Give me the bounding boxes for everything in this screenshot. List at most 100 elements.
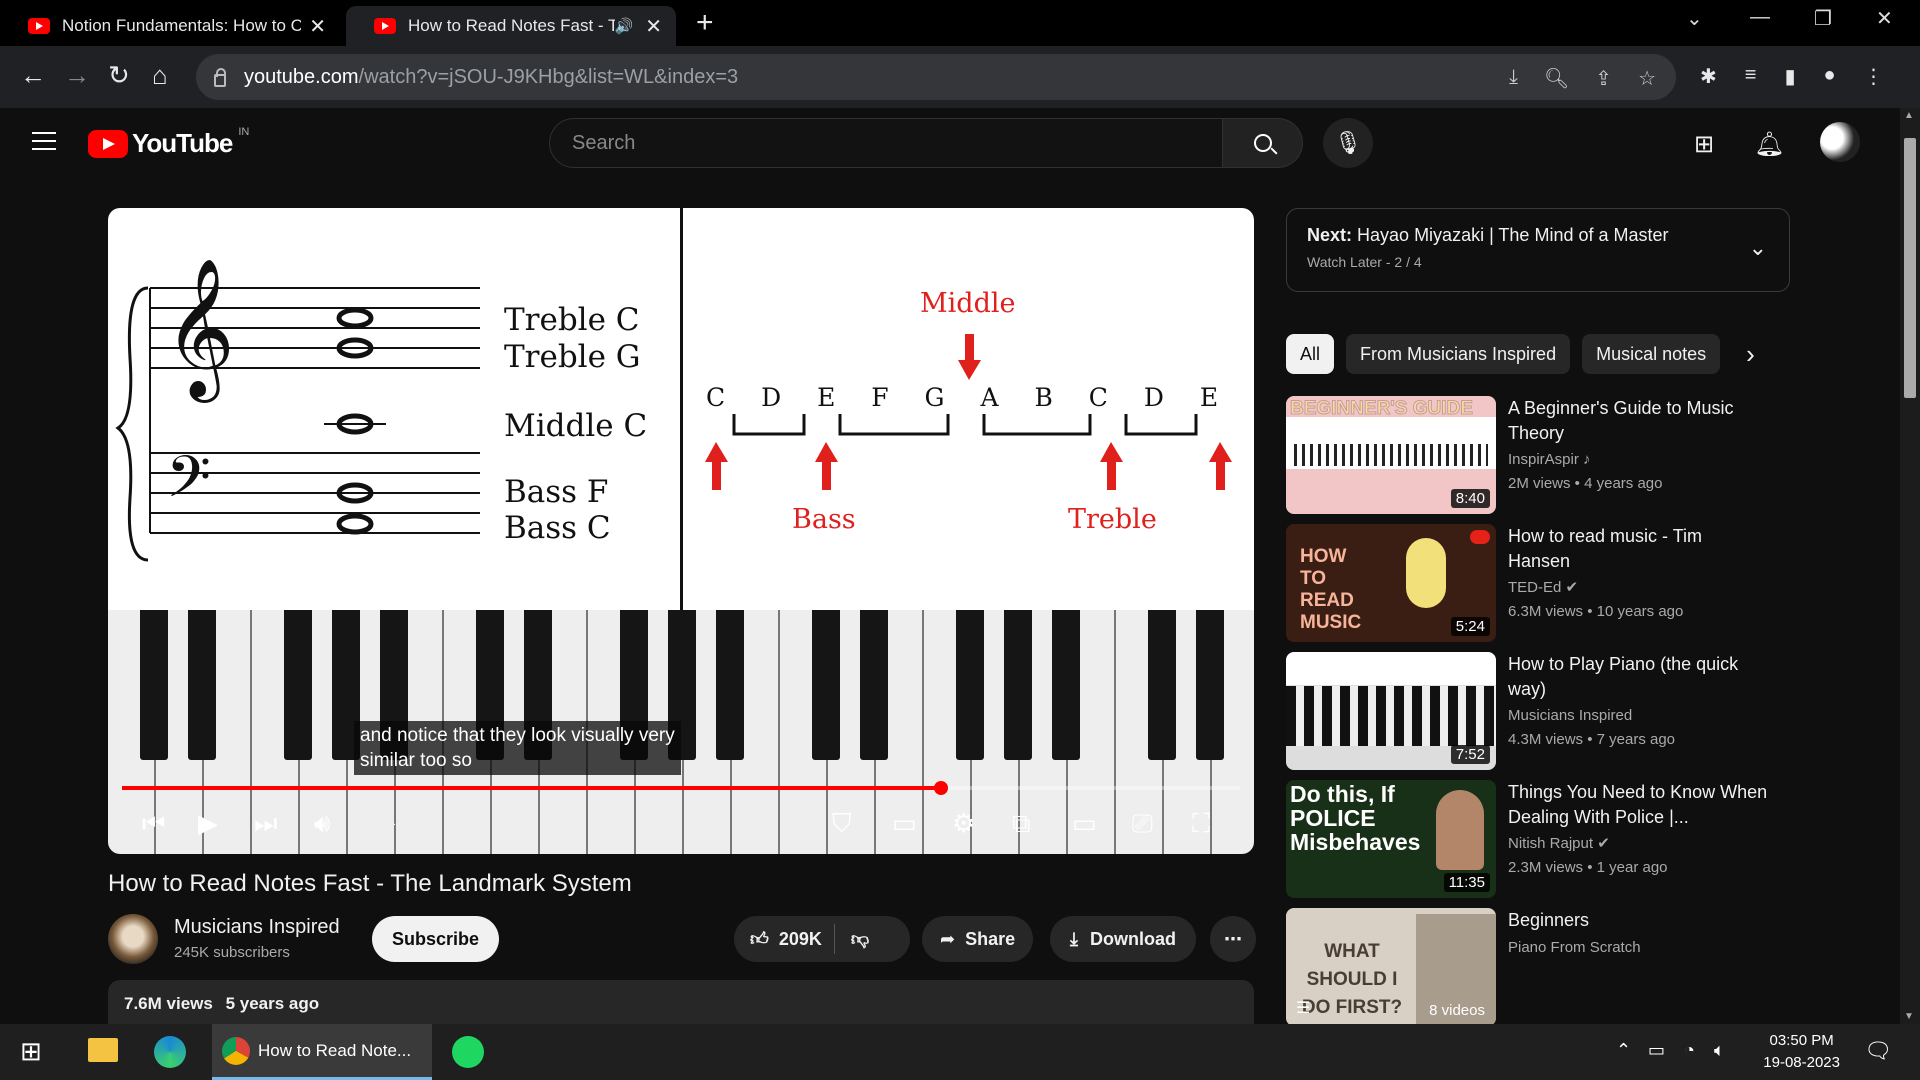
video-thumbnail[interactable]: BEGINNER'S GUIDE 8:40 bbox=[1286, 396, 1496, 514]
page-scrollbar[interactable]: ▲ ▼ bbox=[1900, 108, 1920, 1024]
browser-tab-current[interactable]: How to Read Notes Fast - Th 🔊 ✕ bbox=[346, 6, 676, 46]
next-icon[interactable]: ⏭ bbox=[254, 808, 277, 840]
playlist-next-panel[interactable]: Next: Hayao Miyazaki | The Mind of a Mas… bbox=[1286, 208, 1790, 292]
progress-bar[interactable] bbox=[122, 781, 1240, 795]
forward-icon[interactable]: → bbox=[64, 60, 90, 91]
video-thumbnail[interactable]: Do this, If POLICE Misbehaves 11:35 bbox=[1286, 780, 1496, 898]
theater-mode-icon[interactable]: ▭ bbox=[1072, 808, 1097, 839]
battery-icon[interactable]: ▭ bbox=[1648, 1040, 1665, 1061]
hamburger-menu-icon[interactable] bbox=[32, 132, 56, 156]
more-actions-button[interactable]: ⋯ bbox=[1210, 916, 1256, 962]
browser-tab-notion[interactable]: Notion Fundamentals: How to Cr ✕ bbox=[0, 6, 340, 46]
close-tab-icon[interactable]: ✕ bbox=[645, 14, 662, 39]
black-key bbox=[1148, 610, 1176, 760]
rec-title[interactable]: Things You Need to Know When Dealing Wit… bbox=[1508, 780, 1768, 830]
recommendations-list: BEGINNER'S GUIDE 8:40 A Beginner's Guide… bbox=[1286, 396, 1786, 1036]
fullscreen-icon[interactable]: ⛶ bbox=[1192, 808, 1210, 840]
miniplayer-icon[interactable]: ⧉ bbox=[1012, 808, 1031, 840]
scroll-down-icon[interactable]: ▼ bbox=[1904, 1011, 1914, 1022]
chip-musical-notes[interactable]: Musical notes bbox=[1582, 334, 1721, 374]
tab-title: Notion Fundamentals: How to Cr bbox=[62, 16, 302, 35]
home-icon[interactable]: ⌂ bbox=[152, 60, 168, 91]
restore-icon[interactable]: ❐ bbox=[1814, 6, 1832, 31]
lock-icon[interactable] bbox=[214, 67, 226, 87]
list-item[interactable]: 7:52 How to Play Piano (the quick way) M… bbox=[1286, 652, 1786, 780]
chip-all[interactable]: All bbox=[1286, 334, 1335, 374]
list-item[interactable]: Do this, If POLICE Misbehaves 11:35 Thin… bbox=[1286, 780, 1786, 908]
like-button[interactable]: 👍︎ 209K bbox=[734, 924, 835, 954]
notification-center-icon[interactable]: 🗨︎ bbox=[1864, 1038, 1892, 1064]
tab-search-icon[interactable]: ⌄ bbox=[1686, 6, 1703, 31]
minimize-icon[interactable]: — bbox=[1750, 6, 1770, 29]
search-button[interactable] bbox=[1223, 118, 1303, 168]
search-input[interactable]: Search bbox=[549, 118, 1223, 168]
url-host: youtube.com bbox=[244, 65, 359, 88]
youtube-logo[interactable]: YouTube IN bbox=[88, 126, 249, 159]
download-button[interactable]: ⤓ Download bbox=[1050, 916, 1196, 962]
subscribe-button[interactable]: Subscribe bbox=[372, 916, 500, 962]
file-explorer-icon[interactable] bbox=[88, 1038, 118, 1062]
side-panel-icon[interactable]: ▮ bbox=[1784, 64, 1795, 89]
settings-gear-icon[interactable]: ⚙ bbox=[952, 808, 975, 839]
video-thumbnail[interactable]: HOW TO READ MUSIC 5:24 bbox=[1286, 524, 1496, 642]
autoplay-shield-icon[interactable]: ⛉ bbox=[832, 808, 852, 840]
more-horizontal-icon: ⋯ bbox=[1224, 928, 1242, 949]
zoom-icon[interactable]: 🔍︎ bbox=[1544, 66, 1569, 91]
create-video-icon[interactable]: ⊞ bbox=[1694, 130, 1714, 159]
playlist-item[interactable]: WHAT SHOULD I DO FIRST? ☰ 8 videos Begin… bbox=[1286, 908, 1786, 1036]
rec-title[interactable]: How to Play Piano (the quick way) bbox=[1508, 652, 1768, 702]
rec-title[interactable]: Beginners bbox=[1508, 908, 1768, 933]
label-treble: Treble bbox=[1068, 504, 1157, 535]
voice-search-icon[interactable]: 🎙︎ bbox=[1323, 118, 1373, 168]
close-window-icon[interactable]: ✕ bbox=[1876, 6, 1893, 31]
bookmark-star-icon[interactable]: ☆ bbox=[1638, 66, 1656, 91]
tray-chevron-up-icon[interactable]: ⌃ bbox=[1616, 1040, 1631, 1061]
landmark-arrows bbox=[705, 334, 1232, 490]
wifi-icon[interactable]: ◔ bbox=[1684, 1040, 1695, 1061]
list-item[interactable]: BEGINNER'S GUIDE 8:40 A Beginner's Guide… bbox=[1286, 396, 1786, 524]
cast-icon[interactable]: ⎚ bbox=[1132, 808, 1153, 840]
volume-icon[interactable]: 🔊︎ bbox=[314, 808, 330, 840]
list-item[interactable]: HOW TO READ MUSIC 5:24 How to read music… bbox=[1286, 524, 1786, 652]
chevron-down-icon[interactable]: ⌄ bbox=[1749, 235, 1767, 261]
taskbar-chrome-task[interactable]: How to Read Note... bbox=[212, 1024, 432, 1080]
install-app-icon[interactable]: ⤓ bbox=[1509, 66, 1518, 91]
reload-icon[interactable]: ↻ bbox=[108, 60, 130, 91]
extensions-icon[interactable]: ✱ bbox=[1700, 64, 1717, 89]
play-icon[interactable]: ▶ bbox=[198, 808, 218, 839]
system-clock[interactable]: 03:50 PM 19-08-2023 bbox=[1763, 1030, 1840, 1074]
video-player[interactable]: 𝄞 𝄢 Treble C Treble G Middle C Bass F Ba… bbox=[108, 208, 1254, 854]
share-button[interactable]: ➦ Share bbox=[922, 916, 1034, 962]
browser-tab-strip: Notion Fundamentals: How to Cr ✕ How to … bbox=[0, 0, 1920, 46]
share-page-icon[interactable]: ⇪ bbox=[1595, 66, 1612, 91]
subtitles-icon[interactable]: ▭ bbox=[892, 808, 917, 839]
edge-browser-icon[interactable] bbox=[154, 1036, 186, 1068]
rec-title[interactable]: A Beginner's Guide to Music Theory bbox=[1508, 396, 1768, 446]
scrollbar-thumb[interactable] bbox=[1904, 138, 1916, 398]
rec-title[interactable]: How to read music - Tim Hansen bbox=[1508, 524, 1768, 574]
address-bar[interactable]: youtube.com /watch?v=jSOU-J9KHbg&list=WL… bbox=[196, 54, 1676, 100]
channel-avatar[interactable] bbox=[108, 914, 158, 964]
dislike-button[interactable]: 👎︎ bbox=[835, 928, 885, 950]
windows-start-icon[interactable]: ⊞ bbox=[20, 1036, 42, 1067]
new-tab-icon[interactable]: + bbox=[696, 6, 714, 40]
scroll-up-icon[interactable]: ▲ bbox=[1904, 110, 1914, 121]
spotify-icon[interactable] bbox=[452, 1036, 484, 1068]
notifications-bell-icon[interactable]: 🔔︎ bbox=[1754, 130, 1784, 159]
black-key bbox=[956, 610, 984, 760]
video-thumbnail[interactable]: 7:52 bbox=[1286, 652, 1496, 770]
audio-playing-icon[interactable]: 🔊 bbox=[615, 17, 634, 35]
media-controls-icon[interactable]: ≡ bbox=[1745, 64, 1757, 89]
profile-avatar-icon[interactable]: ● bbox=[1823, 64, 1835, 89]
browser-menu-icon[interactable]: ⋮ bbox=[1864, 64, 1884, 89]
black-key bbox=[812, 610, 840, 760]
account-avatar[interactable] bbox=[1820, 122, 1860, 162]
chevron-right-icon[interactable]: › bbox=[1746, 334, 1755, 374]
previous-icon[interactable]: ⏮ bbox=[142, 808, 165, 840]
close-tab-icon[interactable]: ✕ bbox=[309, 14, 326, 39]
channel-name[interactable]: Musicians Inspired bbox=[174, 916, 340, 939]
back-icon[interactable]: ← bbox=[20, 60, 46, 91]
speaker-icon[interactable]: 🔈︎ bbox=[1714, 1040, 1725, 1061]
chip-from-channel[interactable]: From Musicians Inspired bbox=[1346, 334, 1571, 374]
playlist-thumbnail[interactable]: WHAT SHOULD I DO FIRST? ☰ 8 videos bbox=[1286, 908, 1496, 1026]
